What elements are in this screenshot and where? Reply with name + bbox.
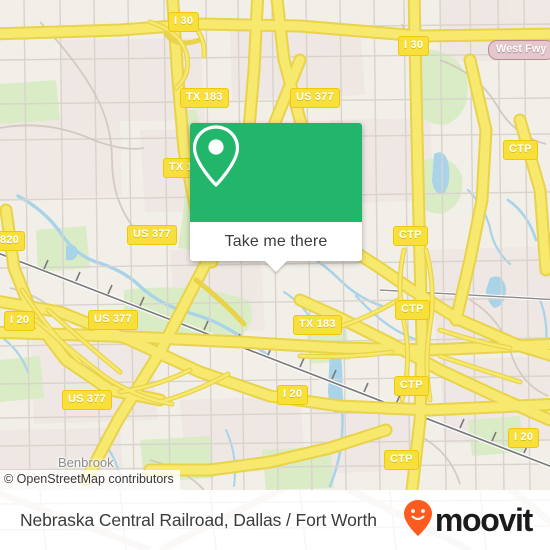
shield-us377-mid[interactable]: US 377 <box>127 225 177 245</box>
map-screenshot: Benbrook I 30 I 30 TX 183 US 377 TX 183 … <box>0 0 550 550</box>
moovit-logo[interactable]: moovit <box>403 499 533 542</box>
moovit-smiley-pin-icon <box>403 499 433 542</box>
shield-i30-west[interactable]: I 30 <box>168 12 200 32</box>
place-label-benbrook: Benbrook <box>58 455 114 470</box>
shield-tx183-south[interactable]: TX 183 <box>293 315 342 335</box>
badge-west-fwy[interactable]: West Fwy <box>488 40 550 60</box>
page-title: Nebraska Central Railroad, Dallas / Fort… <box>20 509 377 530</box>
footer-bar: Nebraska Central Railroad, Dallas / Fort… <box>0 490 550 550</box>
map-canvas[interactable]: Benbrook I 30 I 30 TX 183 US 377 TX 183 … <box>0 0 550 490</box>
shield-ctp-south[interactable]: CTP <box>384 450 419 470</box>
shield-us377-southwest[interactable]: US 377 <box>62 390 112 410</box>
shield-i820-west[interactable]: 820 <box>0 231 25 251</box>
shield-i20-south[interactable]: I 20 <box>277 385 309 405</box>
shield-ctp-northeast[interactable]: CTP <box>503 140 538 160</box>
take-me-there-button[interactable]: Take me there <box>225 233 328 251</box>
moovit-wordmark: moovit <box>434 502 533 538</box>
shield-i30-east[interactable]: I 30 <box>398 36 430 56</box>
location-popup-card[interactable]: Take me there <box>190 123 362 272</box>
shield-us377-north[interactable]: US 377 <box>290 88 340 108</box>
popup-pin-area <box>190 123 362 222</box>
popup-pointer-tail <box>265 261 287 272</box>
shield-ctp-interchange[interactable]: CTP <box>394 376 429 396</box>
popup-action-area[interactable]: Take me there <box>190 222 362 272</box>
shield-tx183-north[interactable]: TX 183 <box>180 88 229 108</box>
osm-attribution[interactable]: © OpenStreetMap contributors <box>0 470 180 490</box>
shield-i20-east[interactable]: I 20 <box>508 428 540 448</box>
shield-ctp-mid[interactable]: CTP <box>395 300 430 320</box>
shield-i20-west[interactable]: I 20 <box>4 311 36 331</box>
shield-us377-lower[interactable]: US 377 <box>88 310 138 330</box>
shield-ctp-north[interactable]: CTP <box>393 226 428 246</box>
